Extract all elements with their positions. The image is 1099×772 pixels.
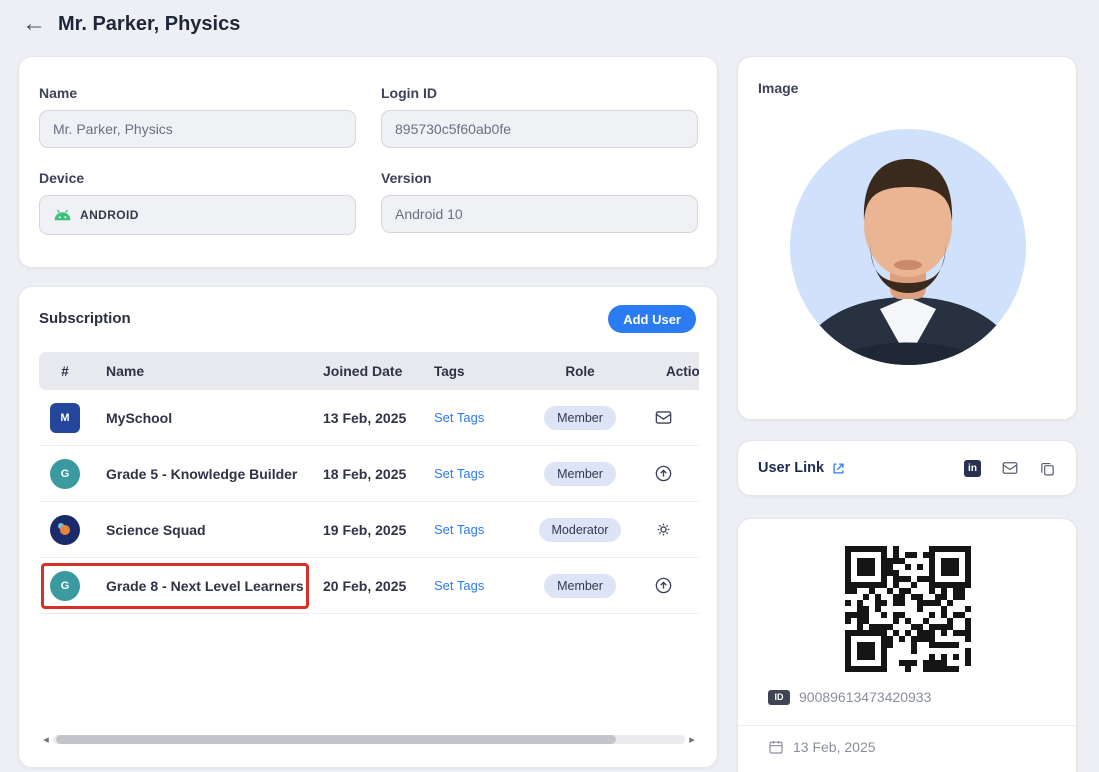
top-bar: ← Mr. Parker, Physics: [0, 0, 1099, 48]
row-joined-date: 18 Feb, 2025: [311, 466, 424, 482]
trash-icon[interactable]: [697, 577, 699, 595]
row-joined-date: 19 Feb, 2025: [311, 522, 424, 538]
row-name: MySchool: [91, 410, 311, 426]
mail-icon[interactable]: [1001, 459, 1019, 477]
id-badge-icon: ID: [768, 690, 790, 705]
trash-icon[interactable]: [697, 409, 699, 427]
science-squad-icon: [50, 515, 80, 545]
table-row[interactable]: G Grade 8 - Next Level Learners 20 Feb, …: [39, 558, 699, 614]
image-label: Image: [758, 80, 1056, 96]
user-id-value: 90089613473420933: [799, 689, 931, 705]
external-link-icon[interactable]: [831, 461, 846, 476]
joined-date-row: 13 Feb, 2025: [738, 725, 1076, 755]
column-header-num: #: [39, 364, 91, 379]
set-tags-link[interactable]: Set Tags: [434, 410, 484, 425]
row-name: Grade 8 - Next Level Learners: [91, 578, 311, 594]
horizontal-scrollbar: ◂ ▸: [39, 733, 699, 745]
page-title: Mr. Parker, Physics: [58, 13, 240, 36]
table-row[interactable]: Science Squad 19 Feb, 2025 Set Tags Mode…: [39, 502, 699, 558]
joined-date-value: 13 Feb, 2025: [793, 739, 876, 755]
column-header-action: Action: [626, 364, 699, 379]
android-icon: [53, 209, 72, 221]
column-header-role: Role: [534, 364, 626, 379]
scrollbar-thumb[interactable]: [56, 735, 616, 744]
trash-icon[interactable]: [697, 521, 699, 539]
calendar-icon: [768, 739, 784, 755]
linkedin-icon[interactable]: in: [964, 460, 981, 477]
details-card: Name Login ID Device ANDROID: [18, 56, 718, 268]
set-tags-link[interactable]: Set Tags: [434, 578, 484, 593]
envelope-icon[interactable]: [654, 408, 673, 427]
set-tags-link[interactable]: Set Tags: [434, 466, 484, 481]
image-card: Image: [737, 56, 1077, 420]
version-field-group: Version: [381, 170, 698, 235]
login-id-label: Login ID: [381, 85, 698, 101]
login-id-field-group: Login ID: [381, 85, 698, 148]
device-value-box: ANDROID: [39, 195, 356, 235]
version-label: Version: [381, 170, 698, 186]
grade8-group-icon: G: [50, 571, 80, 601]
back-arrow-icon[interactable]: ←: [22, 12, 46, 36]
subscription-title: Subscription: [39, 310, 131, 327]
login-id-input[interactable]: [381, 110, 698, 148]
qr-card: ID 90089613473420933 13 Feb, 2025: [737, 518, 1077, 772]
set-tags-link[interactable]: Set Tags: [434, 522, 484, 537]
user-link-card: User Link in: [737, 440, 1077, 496]
device-value: ANDROID: [80, 208, 139, 222]
scroll-right-arrow[interactable]: ▸: [685, 733, 699, 746]
arrow-up-circle-icon[interactable]: [654, 464, 673, 483]
user-link-label: User Link: [758, 460, 824, 476]
scroll-left-arrow[interactable]: ◂: [39, 733, 53, 746]
column-header-name: Name: [91, 363, 311, 379]
trash-icon[interactable]: [697, 465, 699, 483]
gear-settings-icon[interactable]: [654, 520, 673, 539]
grade5-group-icon: G: [50, 459, 80, 489]
row-name: Science Squad: [91, 522, 311, 538]
row-joined-date: 13 Feb, 2025: [311, 410, 424, 426]
device-field-group: Device ANDROID: [39, 170, 356, 235]
role-badge: Member: [544, 574, 616, 598]
role-badge: Member: [544, 406, 616, 430]
subscription-table: # Name Joined Date Tags Role Action M My…: [39, 352, 699, 662]
name-label: Name: [39, 85, 356, 101]
name-input[interactable]: [39, 110, 356, 148]
table-header-row: # Name Joined Date Tags Role Action: [39, 352, 699, 390]
arrow-up-circle-icon[interactable]: [654, 576, 673, 595]
scrollbar-track[interactable]: [53, 735, 685, 744]
subscription-card: Subscription Add User # Name Joined Date…: [18, 286, 718, 768]
myschool-logo-icon: M: [50, 403, 80, 433]
row-joined-date: 20 Feb, 2025: [311, 578, 424, 594]
table-row[interactable]: M MySchool 13 Feb, 2025 Set Tags Member: [39, 390, 699, 446]
role-badge: Member: [544, 462, 616, 486]
row-name: Grade 5 - Knowledge Builder: [91, 466, 311, 482]
copy-icon[interactable]: [1039, 460, 1056, 477]
add-user-button[interactable]: Add User: [608, 305, 696, 333]
device-label: Device: [39, 170, 356, 186]
role-badge: Moderator: [539, 518, 622, 542]
qr-code: [845, 546, 971, 672]
table-row[interactable]: G Grade 5 - Knowledge Builder 18 Feb, 20…: [39, 446, 699, 502]
profile-photo: [758, 97, 1058, 397]
user-id-row: ID 90089613473420933: [768, 689, 931, 705]
version-input[interactable]: [381, 195, 698, 233]
column-header-tags: Tags: [424, 364, 534, 379]
column-header-joined: Joined Date: [311, 363, 424, 379]
name-field-group: Name: [39, 85, 356, 148]
